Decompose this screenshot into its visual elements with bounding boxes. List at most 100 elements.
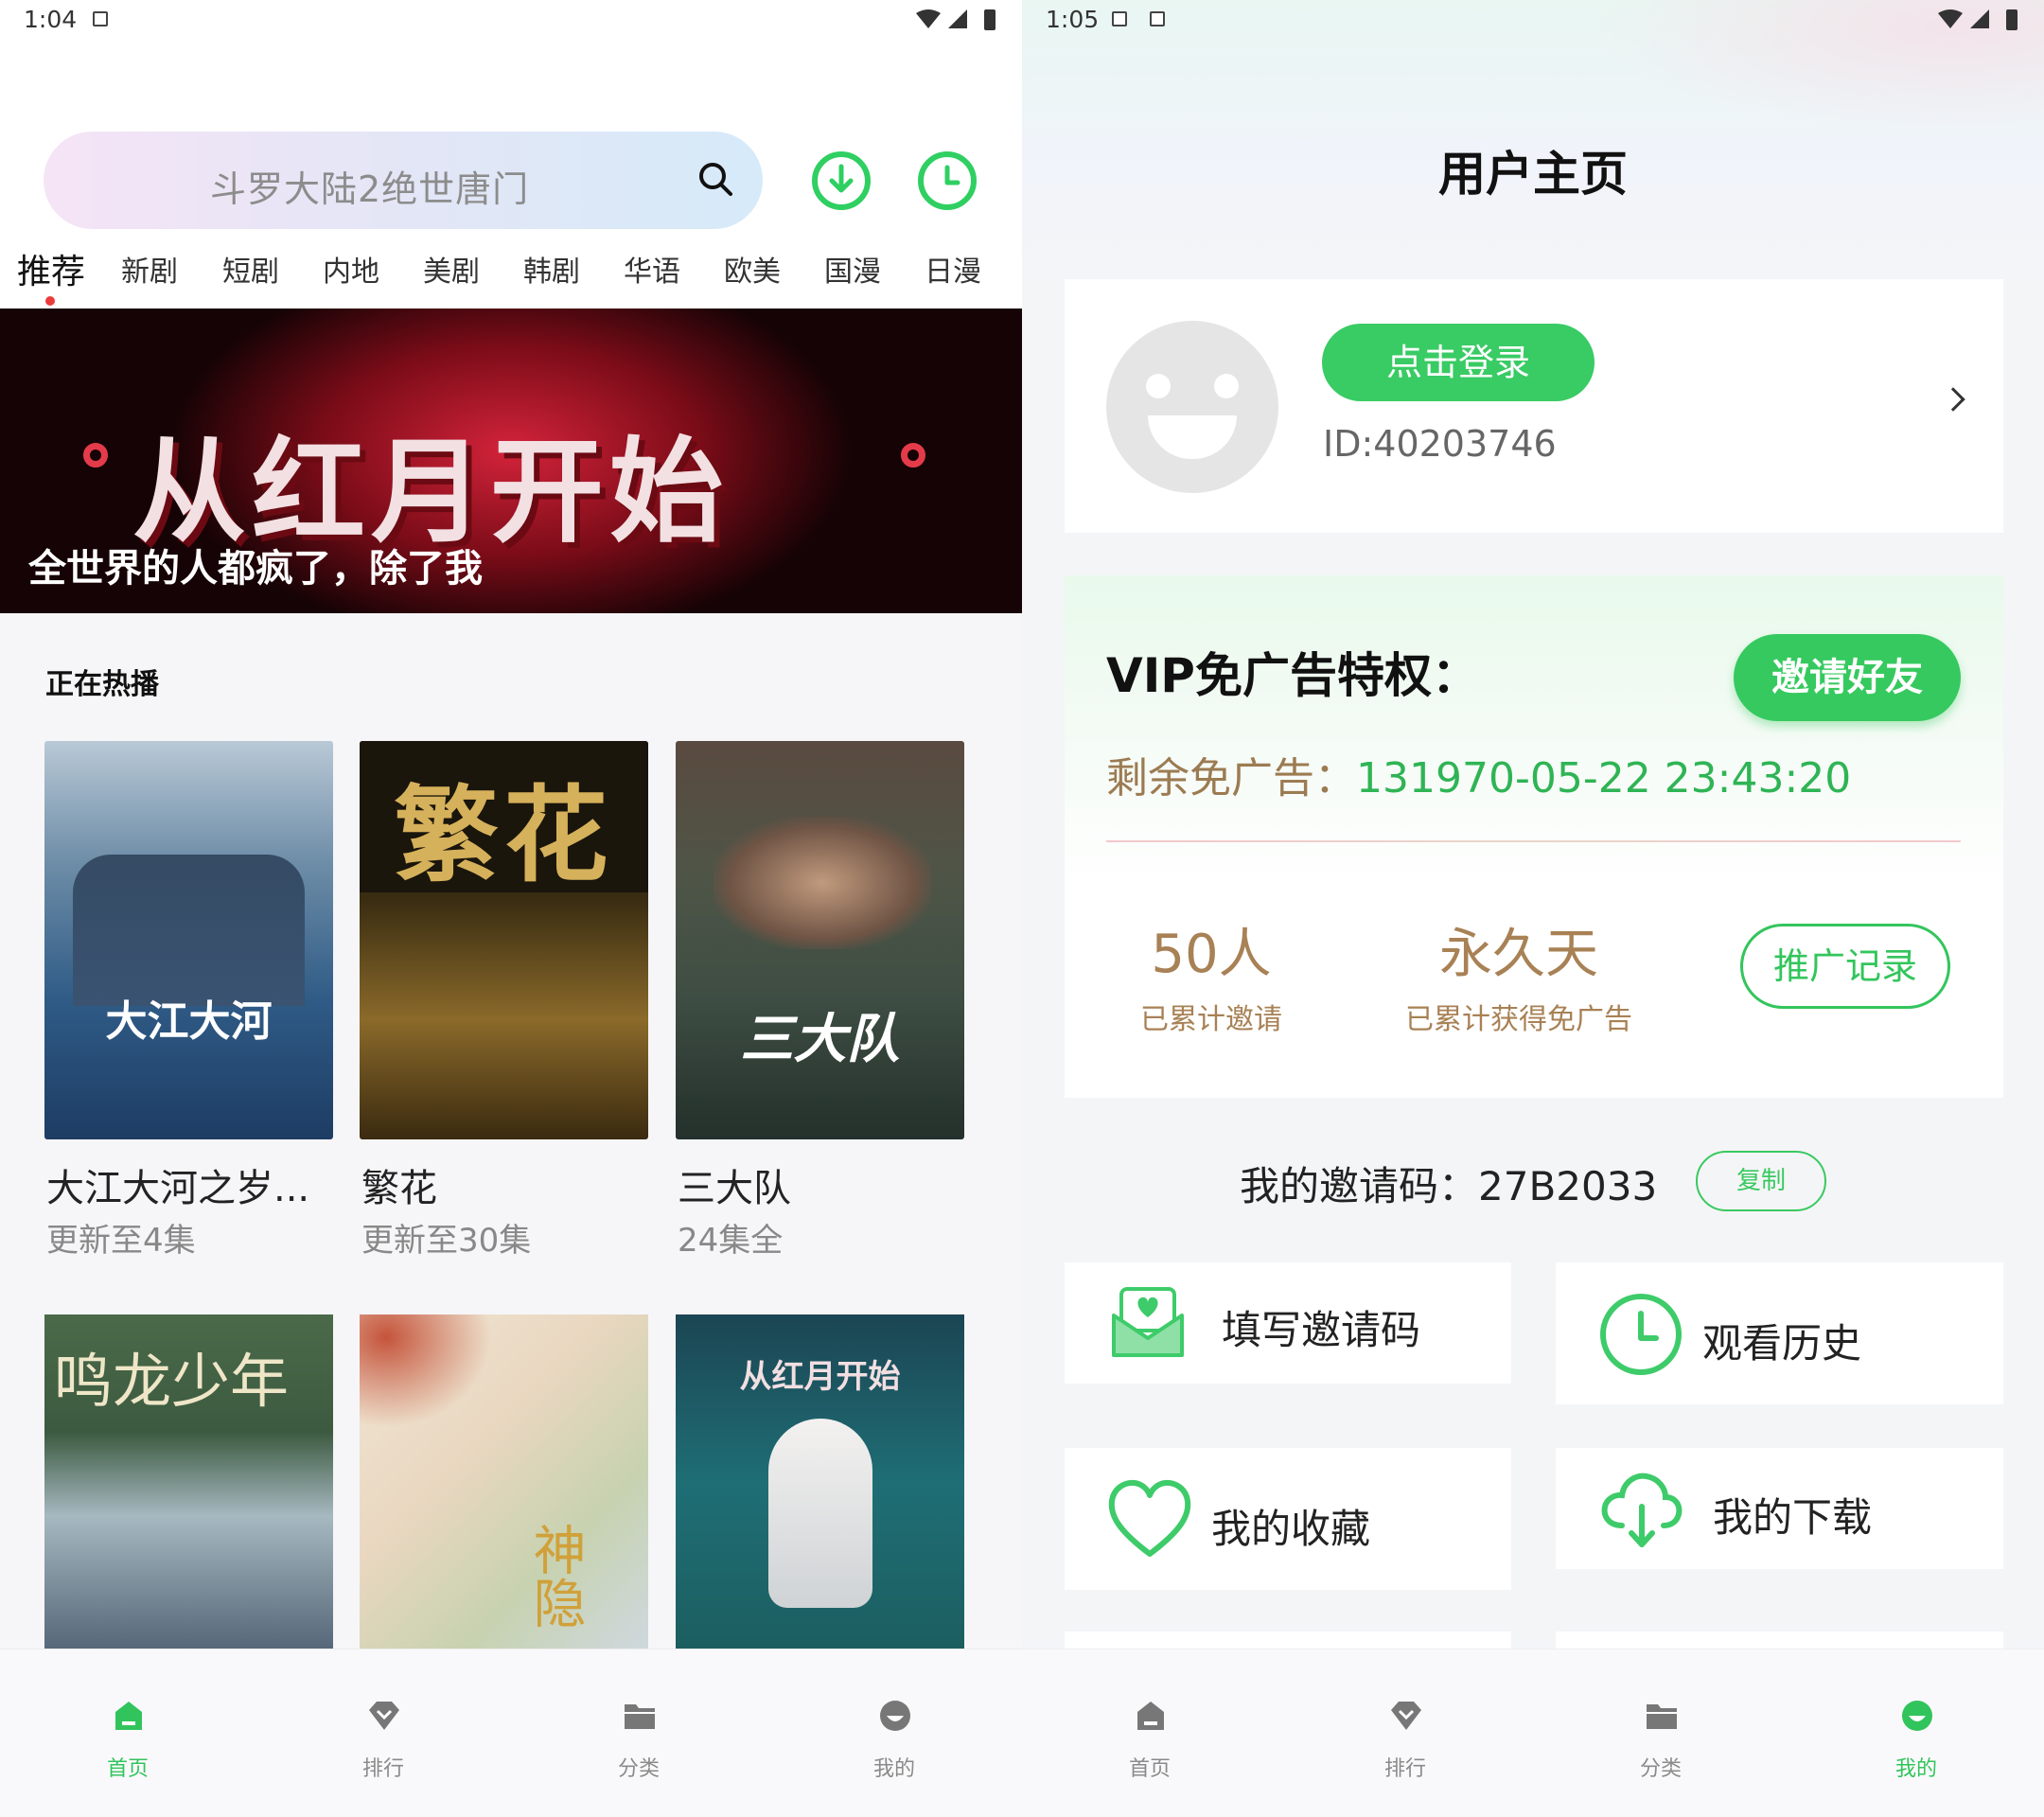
my-downloads-tile[interactable]: 我的下载 xyxy=(1556,1448,2003,1569)
nav-label: 首页 xyxy=(1128,1757,1171,1781)
profile-icon xyxy=(1902,1701,1932,1731)
search-placeholder: 斗罗大陆2绝世唐门 xyxy=(210,168,530,210)
login-button[interactable]: 点击登录 xyxy=(1322,324,1595,401)
poster-title: 鸣龙少年 xyxy=(54,1347,290,1416)
nav-profile[interactable]: 我的 xyxy=(766,1649,1022,1817)
divider xyxy=(1106,840,1961,842)
nav-label: 排行 xyxy=(361,1757,404,1781)
nav-category[interactable]: 分类 xyxy=(511,1649,766,1817)
nav-profile[interactable]: 我的 xyxy=(1788,1649,2044,1817)
remaining-ad-free: 剩余免广告：131970-05-22 23:43:20 xyxy=(1106,744,1851,804)
invite-code: 我的邀请码：27B2033 xyxy=(1240,1155,1657,1212)
show-card[interactable]: 从红月开始 xyxy=(676,1314,964,1650)
show-title: 大江大河之岁... xyxy=(46,1167,310,1210)
show-card[interactable]: 三大队 三大队 24集全 xyxy=(676,741,964,1260)
poster-title: 从红月开始 xyxy=(739,1358,901,1396)
search-bar[interactable]: 斗罗大陆2绝世唐门 xyxy=(44,132,763,229)
show-card[interactable]: 大江大河 大江大河之岁... 更新至4集 xyxy=(44,741,333,1260)
tab-new[interactable]: 新剧 xyxy=(121,248,178,290)
poster-image: 大江大河 xyxy=(44,741,333,1139)
tab-anime[interactable]: 日漫 xyxy=(925,248,981,290)
enter-invite-code-tile[interactable]: 填写邀请码 xyxy=(1065,1262,1511,1384)
tab-recommend[interactable]: 推荐 xyxy=(17,244,85,293)
nav-label: 我的 xyxy=(872,1757,915,1781)
show-episodes: 24集全 xyxy=(678,1222,784,1260)
avatar-eye-right xyxy=(1214,374,1239,398)
nav-label: 首页 xyxy=(106,1757,149,1781)
profile-icon xyxy=(880,1701,910,1731)
nav-label: 我的 xyxy=(1894,1757,1937,1781)
nav-label: 分类 xyxy=(1639,1757,1682,1781)
banner-deco-right xyxy=(901,443,925,467)
invite-code-value: 27B2033 xyxy=(1478,1163,1658,1209)
status-time: 1:04 xyxy=(24,6,78,33)
download-icon xyxy=(829,164,854,193)
status-time: 1:05 xyxy=(1046,6,1100,33)
tab-us[interactable]: 美剧 xyxy=(423,248,480,290)
show-card[interactable]: 神隐 xyxy=(360,1314,648,1650)
tab-short[interactable]: 短剧 xyxy=(222,248,279,290)
envelope-heart-icon xyxy=(1112,1287,1184,1357)
copy-button[interactable]: 复制 xyxy=(1696,1151,1826,1211)
category-tabs: 推荐 新剧 短剧 内地 美剧 韩剧 华语 欧美 国漫 日漫 xyxy=(0,248,1022,309)
history-button[interactable] xyxy=(918,151,977,210)
folder-icon xyxy=(1647,1704,1677,1729)
nav-home[interactable]: 首页 xyxy=(1022,1649,1278,1817)
chevron-right-icon[interactable] xyxy=(1941,387,1965,412)
status-bar: 1:05 xyxy=(1022,0,2044,42)
vip-card: VIP免广告特权： 邀请好友 剩余免广告：131970-05-22 23:43:… xyxy=(1065,575,2003,1098)
stat-ad-free-days: 永久天 已累计获得免广告 xyxy=(1396,911,1642,1037)
poster-image: 繁花 xyxy=(360,741,648,1139)
tab-western[interactable]: 欧美 xyxy=(724,248,781,290)
tile-label: 我的下载 xyxy=(1713,1494,1873,1541)
nav-home[interactable]: 首页 xyxy=(0,1649,256,1817)
ranking-icon xyxy=(1391,1702,1421,1730)
my-favorites-tile[interactable]: 我的收藏 xyxy=(1065,1448,1511,1590)
nav-category[interactable]: 分类 xyxy=(1533,1649,1788,1817)
tab-mainland[interactable]: 内地 xyxy=(323,248,379,290)
stat-value: 永久天 xyxy=(1439,924,1598,985)
promotion-record-button[interactable]: 推广记录 xyxy=(1740,924,1950,1009)
watch-history-tile[interactable]: 观看历史 xyxy=(1556,1262,2003,1404)
gallery-notification-icon xyxy=(1112,11,1127,26)
clock-icon xyxy=(944,165,960,185)
download-button[interactable] xyxy=(812,151,871,210)
poster-figures xyxy=(73,855,305,1006)
bottom-nav: 首页 排行 分类 我的 xyxy=(1022,1649,2044,1817)
user-card[interactable]: 点击登录 ID:40203746 xyxy=(1065,279,2003,533)
stat-invited: 50人 已累计邀请 xyxy=(1121,911,1301,1037)
banner-caption: 全世界的人都疯了，除了我 xyxy=(28,547,483,591)
vip-title: VIP免广告特权： xyxy=(1106,648,1479,703)
tab-guoman[interactable]: 国漫 xyxy=(824,248,881,290)
nav-label: 分类 xyxy=(617,1757,660,1781)
invite-friends-button[interactable]: 邀请好友 xyxy=(1734,634,1961,721)
heart-icon xyxy=(1108,1479,1191,1557)
cloud-download-icon xyxy=(1601,1473,1683,1547)
show-card[interactable]: 鸣龙少年 xyxy=(44,1314,333,1650)
show-episodes: 更新至30集 xyxy=(361,1222,532,1260)
tab-korean[interactable]: 韩剧 xyxy=(523,248,580,290)
tab-chinese[interactable]: 华语 xyxy=(624,248,680,290)
nav-ranking[interactable]: 排行 xyxy=(1278,1649,1533,1817)
avatar[interactable] xyxy=(1106,321,1278,493)
search-icon[interactable] xyxy=(696,160,734,198)
banner[interactable]: 从红月开始 全世界的人都疯了，除了我 xyxy=(0,309,1022,613)
poster-title: 三大队 xyxy=(740,1008,900,1070)
tile-label: 填写邀请码 xyxy=(1222,1307,1421,1353)
invite-code-label: 我的邀请码： xyxy=(1240,1163,1479,1209)
stat-value: 50人 xyxy=(1151,924,1272,985)
system-status-icons xyxy=(916,9,996,30)
clock-icon xyxy=(1600,1294,1682,1375)
poster-title: 神隐 xyxy=(524,1523,586,1629)
remaining-label: 剩余免广告： xyxy=(1106,754,1356,803)
show-card[interactable]: 繁花 繁花 更新至30集 xyxy=(360,741,648,1260)
status-bar: 1:04 xyxy=(0,0,1022,42)
home-screen: 1:04 斗罗大陆2绝世唐门 推荐 新剧 短剧 内地 美剧 韩剧 华语 欧美 国… xyxy=(0,0,1022,1817)
poster-title: 大江大河 xyxy=(105,997,273,1046)
show-episodes: 更新至4集 xyxy=(46,1222,196,1260)
poster-image: 三大队 xyxy=(676,741,964,1139)
banner-deco-left xyxy=(83,443,108,467)
stat-label: 已累计获得免广告 xyxy=(1405,1003,1632,1036)
nav-ranking[interactable]: 排行 xyxy=(256,1649,511,1817)
avatar-mouth xyxy=(1148,415,1237,459)
